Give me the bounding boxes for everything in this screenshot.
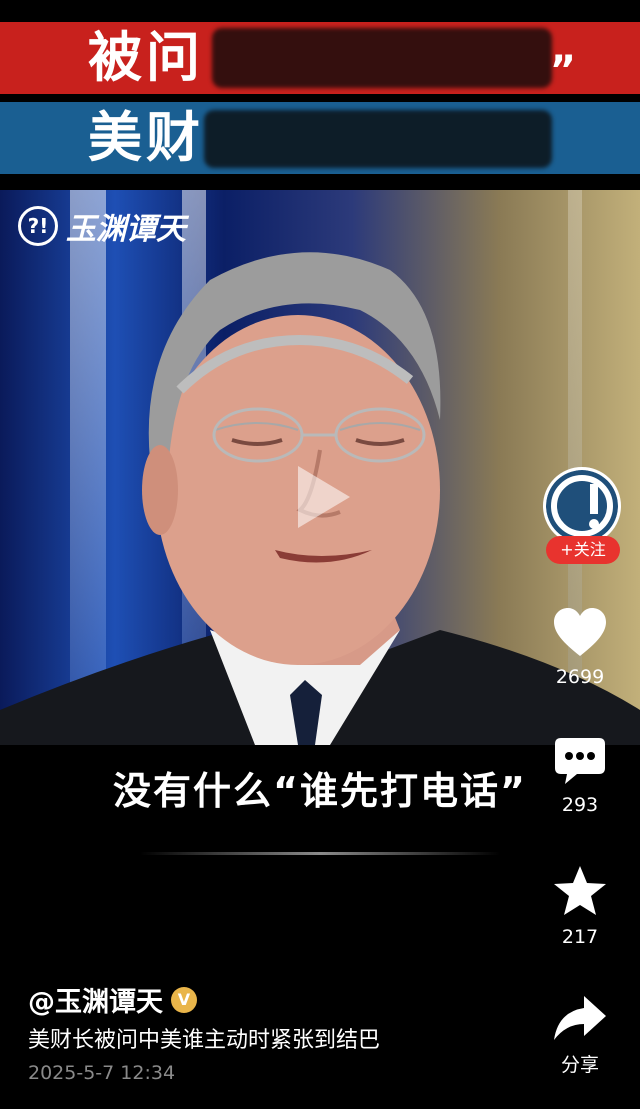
watermark-text: 玉渊谭天 (66, 212, 186, 247)
comment-button[interactable]: 293 (538, 736, 622, 816)
banner-redacted-area (204, 110, 552, 168)
banner-redacted-area (212, 28, 552, 88)
post-date: 2025-5-7 12:34 (28, 1062, 176, 1084)
like-count: 2699 (555, 666, 605, 688)
post-description: 美财长被问中美谁主动时紧张到结巴 (28, 1028, 381, 1053)
banner-line1-text: 被问 (88, 26, 204, 89)
heart-icon (554, 608, 606, 656)
like-button[interactable]: 2699 (538, 606, 622, 688)
comment-count: 293 (561, 794, 599, 816)
creator-avatar[interactable] (543, 467, 621, 545)
channel-logo-icon: ?! (18, 206, 58, 246)
play-icon[interactable] (294, 462, 354, 532)
verified-badge-icon: V (171, 986, 197, 1013)
author-handle[interactable]: @玉渊谭天 (28, 980, 163, 1019)
favorite-button[interactable]: 217 (538, 864, 622, 948)
follow-button[interactable]: +关注 (546, 536, 620, 564)
avatar-logo-icon (546, 470, 618, 542)
banner-quote-mark: ” (549, 48, 576, 94)
news-banner: 被问 ” 美财 (0, 0, 640, 190)
star-icon (554, 866, 606, 915)
share-arrow-icon (554, 996, 606, 1040)
share-button[interactable]: 分享 (538, 994, 622, 1077)
comment-icon (555, 738, 605, 784)
share-label: 分享 (560, 1054, 599, 1076)
subtitle-divider (140, 852, 500, 855)
favorite-count: 217 (561, 926, 599, 948)
banner-red-line: 被问 ” (0, 22, 640, 94)
banner-blue-line: 美财 (0, 102, 640, 174)
banner-line2-text: 美财 (88, 106, 204, 169)
author-name[interactable]: @玉渊谭天 V (28, 980, 197, 1019)
channel-watermark: ?! 玉渊谭天 (18, 204, 186, 248)
